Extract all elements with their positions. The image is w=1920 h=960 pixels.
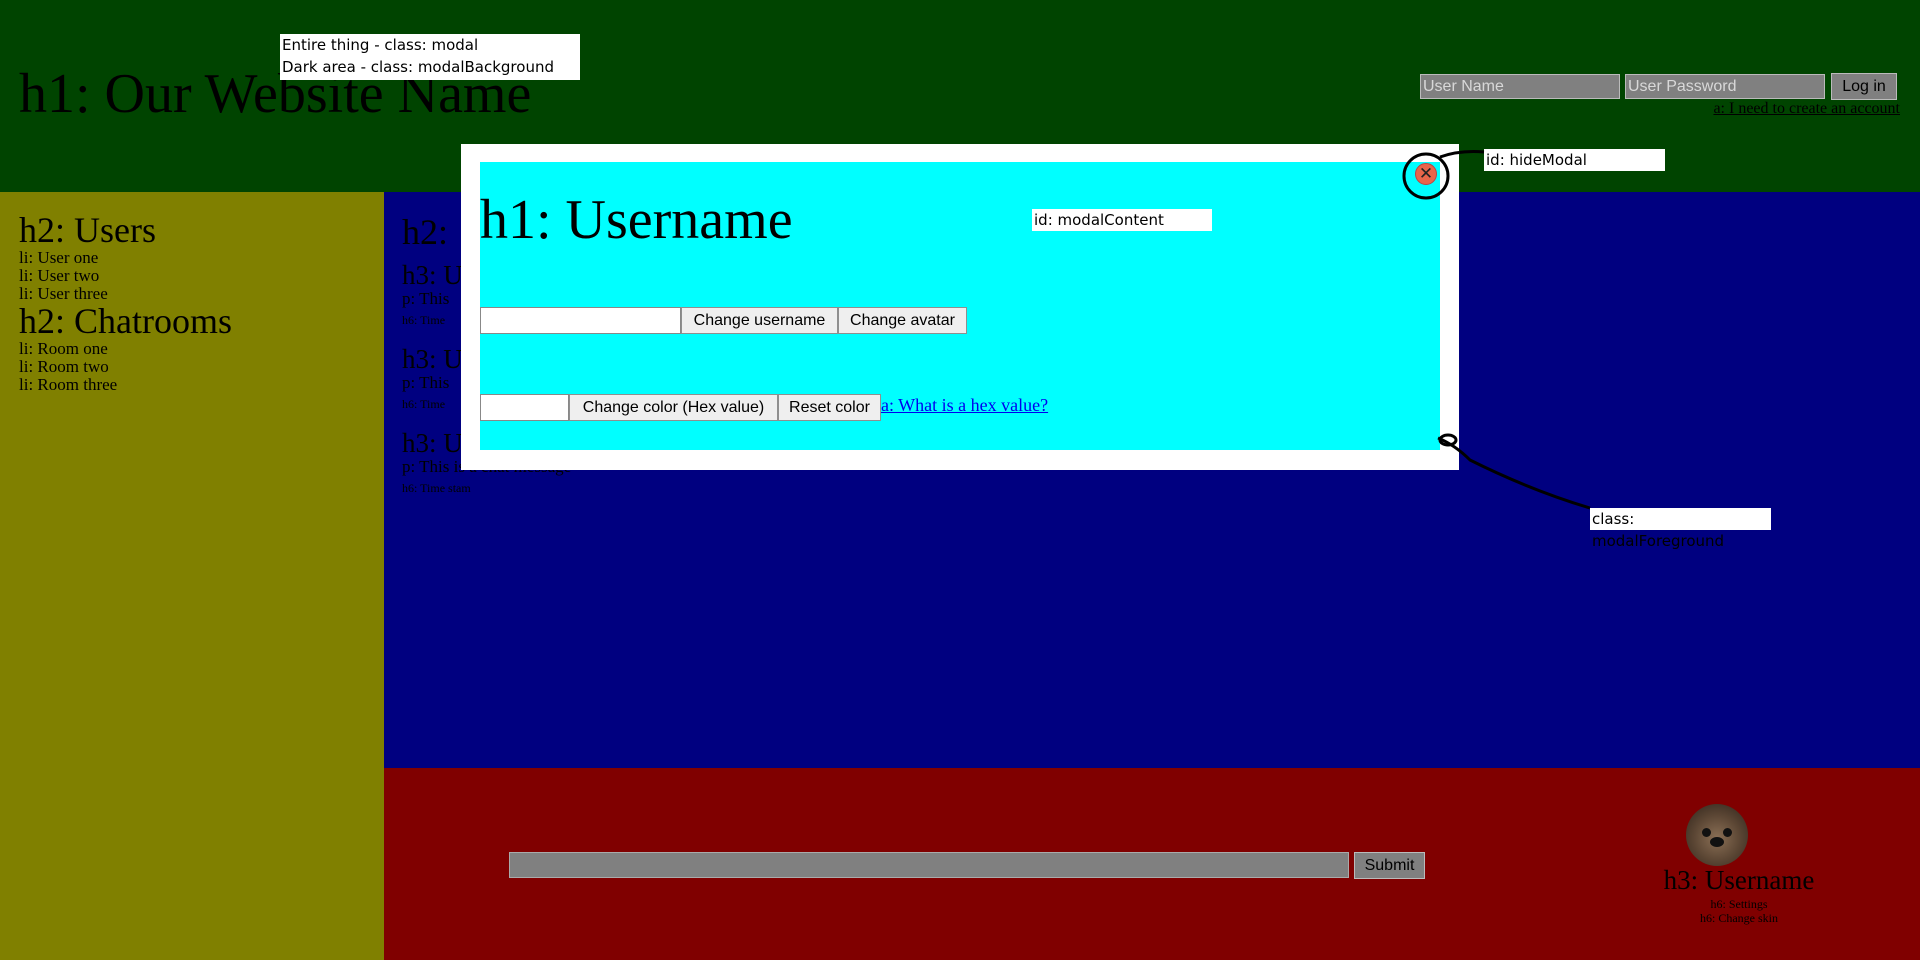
footer: Submit h3: Username h6: Settings h6: Cha… — [384, 768, 1920, 960]
users-heading: h2: Users — [19, 210, 156, 250]
avatar-eye — [1702, 828, 1711, 837]
login-button[interactable]: Log in — [1831, 73, 1897, 100]
user-list-item[interactable]: li: User one — [19, 249, 98, 266]
change-username-button[interactable]: Change username — [681, 307, 838, 334]
room-list-item[interactable]: li: Room two — [19, 358, 109, 375]
message-time: h6: Time stam — [402, 481, 471, 495]
message-time: h6: Time — [402, 397, 446, 411]
change-skin-link[interactable]: h6: Change skin — [1544, 912, 1920, 924]
avatar-eye — [1723, 828, 1732, 837]
footer-username: h3: Username — [1663, 865, 1815, 895]
hide-modal-note: id: hideModal — [1484, 149, 1665, 171]
settings-link[interactable]: h6: Settings — [1544, 898, 1920, 910]
change-color-button[interactable]: Change color (Hex value) — [569, 394, 778, 421]
modal-content-note: id: modalContent — [1032, 209, 1212, 231]
create-account-link[interactable]: a: I need to create an account — [1713, 100, 1900, 118]
modal-class-note: Entire thing - class: modal Dark area - … — [280, 34, 580, 80]
submit-button[interactable]: Submit — [1354, 852, 1425, 879]
modal-note-line: Entire thing - class: modal — [282, 36, 479, 54]
message-text: p: This — [402, 289, 450, 308]
new-username-input[interactable] — [480, 307, 681, 334]
message-text: p: This — [402, 373, 450, 392]
message-time: h6: Time — [402, 313, 446, 327]
message-user: h3: U — [402, 428, 463, 458]
modal-title: h1: Username — [480, 189, 793, 251]
sidebar: h2: Users li: User one li: User two li: … — [0, 192, 384, 960]
hex-color-input[interactable] — [480, 394, 569, 421]
message-input[interactable] — [509, 852, 1349, 878]
chatrooms-heading: h2: Chatrooms — [19, 301, 232, 341]
message-user: h3: U — [402, 344, 463, 374]
user-list-item[interactable]: li: User three — [19, 285, 108, 302]
room-list-item[interactable]: li: Room three — [19, 376, 117, 393]
avatar-nose — [1710, 837, 1724, 847]
username-input[interactable] — [1420, 74, 1620, 99]
room-list-item[interactable]: li: Room one — [19, 340, 108, 357]
reset-color-button[interactable]: Reset color — [778, 394, 881, 421]
user-list-item[interactable]: li: User two — [19, 267, 99, 284]
change-avatar-button[interactable]: Change avatar — [838, 307, 967, 334]
hex-value-link[interactable]: a: What is a hex value? — [881, 396, 1048, 414]
modal-foreground-note: class: modalForeground — [1590, 508, 1771, 550]
chat-heading: h2: — [402, 212, 449, 252]
close-x-icon[interactable]: ✕ — [1415, 163, 1437, 185]
password-input[interactable] — [1625, 74, 1825, 99]
modal-background-note-line: Dark area - class: modalBackground — [282, 58, 554, 76]
avatar[interactable] — [1686, 804, 1748, 866]
message-user: h3: U — [402, 260, 463, 290]
